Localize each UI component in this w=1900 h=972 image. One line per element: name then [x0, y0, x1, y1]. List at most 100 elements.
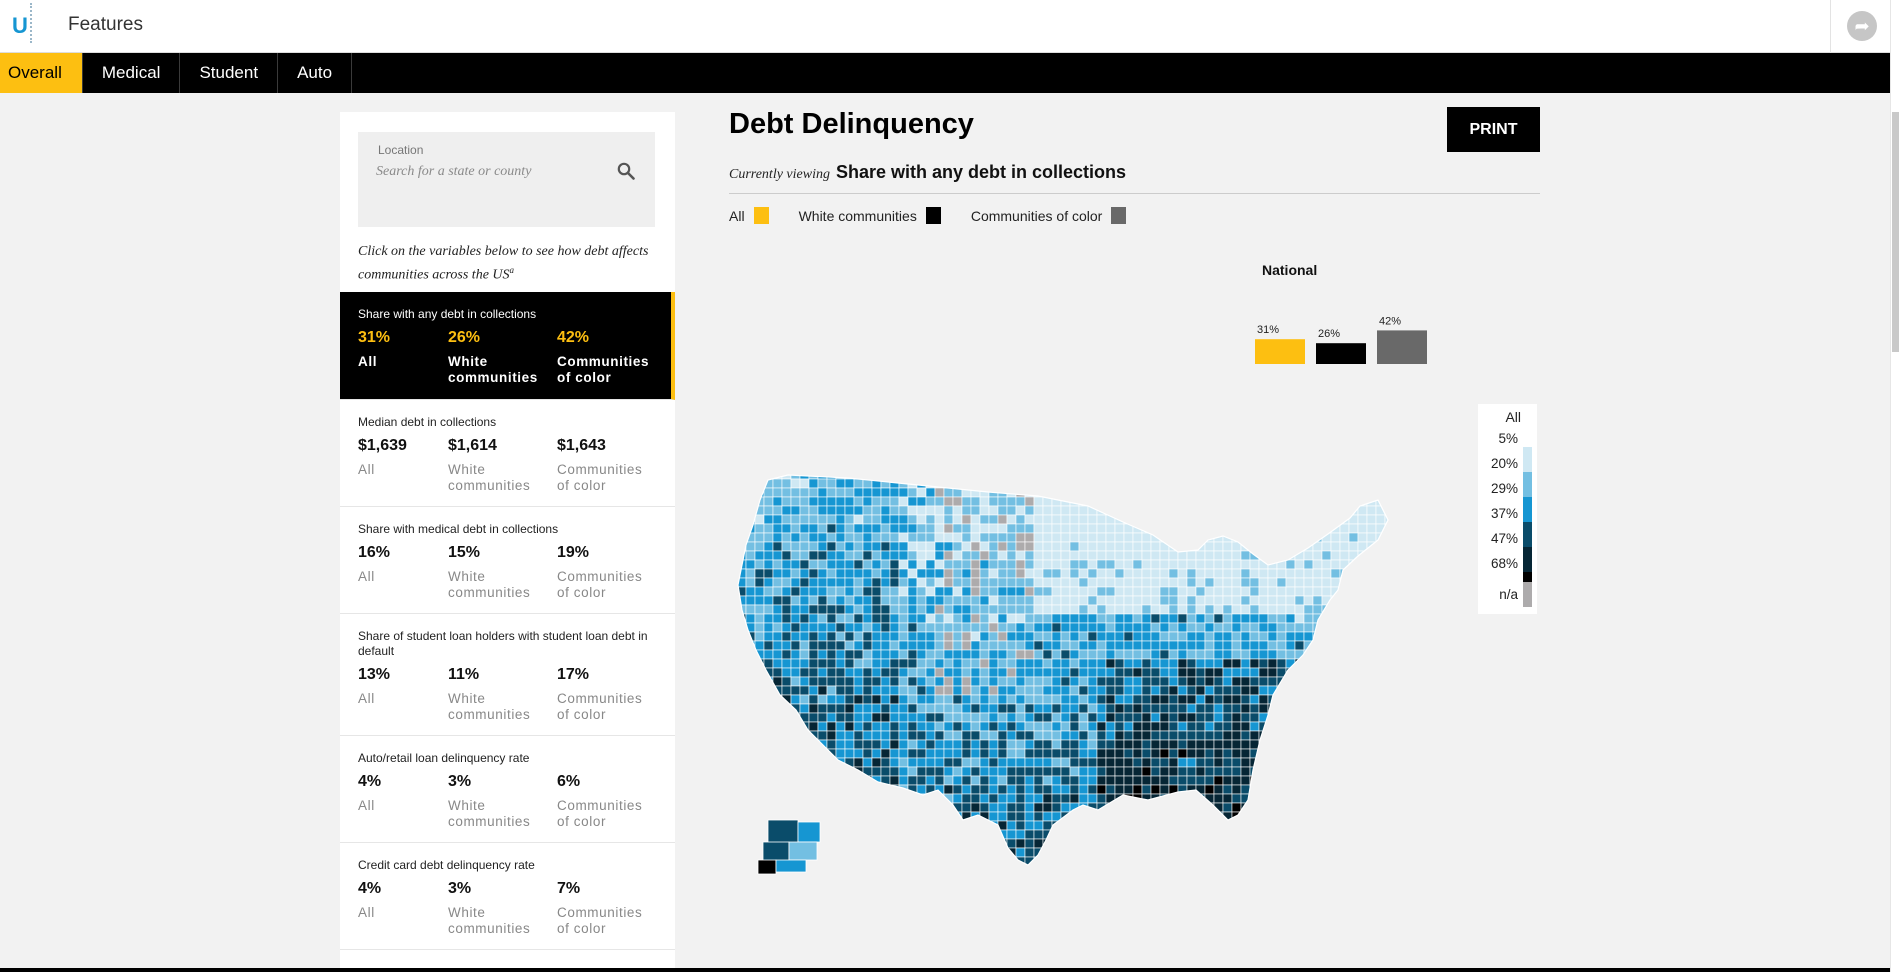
county-cell[interactable]	[808, 658, 819, 669]
county-cell[interactable]	[988, 784, 999, 795]
county-cell[interactable]	[1213, 748, 1224, 759]
county-cell[interactable]	[835, 739, 846, 750]
county-cell[interactable]	[871, 541, 882, 552]
county-cell[interactable]	[1069, 577, 1080, 588]
county-cell[interactable]	[1276, 766, 1287, 777]
county-cell[interactable]	[1357, 802, 1368, 813]
county-cell[interactable]	[737, 523, 747, 534]
county-cell[interactable]	[1177, 757, 1188, 768]
county-cell[interactable]	[1033, 784, 1044, 795]
county-cell[interactable]	[916, 838, 927, 849]
county-cell[interactable]	[1033, 604, 1044, 615]
county-cell[interactable]	[880, 730, 891, 741]
county-cell[interactable]	[907, 505, 918, 516]
county-cell[interactable]	[1213, 658, 1224, 669]
county-cell[interactable]	[1240, 757, 1251, 768]
county-cell[interactable]	[1222, 568, 1233, 579]
county-cell[interactable]	[1096, 568, 1107, 579]
county-cell[interactable]	[835, 505, 846, 516]
county-cell[interactable]	[737, 766, 747, 777]
county-cell[interactable]	[1339, 541, 1350, 552]
county-cell[interactable]	[1249, 523, 1260, 534]
county-cell[interactable]	[1213, 820, 1224, 831]
county-cell[interactable]	[1015, 470, 1026, 480]
county-cell[interactable]	[1195, 586, 1206, 597]
county-cell[interactable]	[1348, 775, 1359, 786]
county-cell[interactable]	[836, 866, 845, 875]
county-cell[interactable]	[754, 622, 765, 633]
county-cell[interactable]	[1267, 784, 1278, 795]
county-cell[interactable]	[1015, 838, 1026, 849]
county-cell[interactable]	[1096, 847, 1107, 858]
county-cell[interactable]	[1123, 505, 1134, 516]
county-cell[interactable]	[1321, 820, 1332, 831]
county-cell[interactable]	[1339, 523, 1350, 534]
county-cell[interactable]	[1051, 856, 1062, 866]
county-cell[interactable]	[952, 613, 963, 624]
county-cell[interactable]	[853, 811, 864, 822]
county-cell[interactable]	[862, 838, 873, 849]
county-cell[interactable]	[1240, 838, 1251, 849]
county-cell[interactable]	[1105, 685, 1116, 696]
county-cell[interactable]	[1204, 595, 1215, 606]
county-cell[interactable]	[1240, 685, 1251, 696]
county-cell[interactable]	[1240, 559, 1251, 570]
county-cell[interactable]	[907, 622, 918, 633]
county-cell[interactable]	[1024, 640, 1035, 651]
county-cell[interactable]	[1348, 487, 1359, 498]
county-cell[interactable]	[1141, 622, 1152, 633]
county-cell[interactable]	[871, 784, 882, 795]
county-cell[interactable]	[1105, 496, 1116, 507]
county-cell[interactable]	[1168, 505, 1179, 516]
county-cell[interactable]	[916, 559, 927, 570]
county-cell[interactable]	[1303, 487, 1314, 498]
county-cell[interactable]	[1213, 604, 1224, 615]
county-cell[interactable]	[1150, 811, 1161, 822]
county-cell[interactable]	[772, 784, 783, 795]
county-cell[interactable]	[871, 667, 882, 678]
county-cell[interactable]	[1366, 721, 1377, 732]
county-cell[interactable]	[1384, 739, 1394, 750]
county-cell[interactable]	[1015, 478, 1026, 489]
county-cell[interactable]	[926, 866, 935, 875]
county-cell[interactable]	[880, 622, 891, 633]
county-cell[interactable]	[1249, 613, 1260, 624]
county-cell[interactable]	[916, 532, 927, 543]
county-cell[interactable]	[1132, 667, 1143, 678]
county-cell[interactable]	[1357, 649, 1368, 660]
county-cell[interactable]	[1394, 515, 1403, 524]
county-cell[interactable]	[1042, 559, 1053, 570]
county-cell[interactable]	[728, 614, 737, 623]
county-cell[interactable]	[754, 559, 765, 570]
county-cell[interactable]	[1267, 631, 1278, 642]
county-cell[interactable]	[844, 559, 855, 570]
county-cell[interactable]	[1042, 676, 1053, 687]
county-cell[interactable]	[952, 829, 963, 840]
county-cell[interactable]	[1060, 820, 1071, 831]
county-cell[interactable]	[925, 703, 936, 714]
county-cell[interactable]	[1051, 829, 1062, 840]
county-cell[interactable]	[1357, 829, 1368, 840]
county-cell[interactable]	[1159, 470, 1170, 480]
county-cell[interactable]	[1105, 757, 1116, 768]
county-cell[interactable]	[1105, 694, 1116, 705]
county-cell[interactable]	[988, 847, 999, 858]
county-cell[interactable]	[1141, 703, 1152, 714]
county-cell[interactable]	[1384, 523, 1394, 534]
county-cell[interactable]	[1330, 739, 1341, 750]
county-cell[interactable]	[1330, 658, 1341, 669]
county-cell[interactable]	[763, 703, 774, 714]
county-cell[interactable]	[1231, 631, 1242, 642]
county-cell[interactable]	[1222, 703, 1233, 714]
county-cell[interactable]	[1123, 568, 1134, 579]
county-cell[interactable]	[907, 667, 918, 678]
county-cell[interactable]	[763, 559, 774, 570]
county-cell[interactable]	[1060, 838, 1071, 849]
county-cell[interactable]	[1258, 793, 1269, 804]
county-cell[interactable]	[1294, 487, 1305, 498]
county-cell[interactable]	[979, 667, 990, 678]
county-cell[interactable]	[907, 658, 918, 669]
county-cell[interactable]	[1015, 784, 1026, 795]
county-cell[interactable]	[781, 802, 792, 813]
county-cell[interactable]	[1330, 478, 1341, 489]
